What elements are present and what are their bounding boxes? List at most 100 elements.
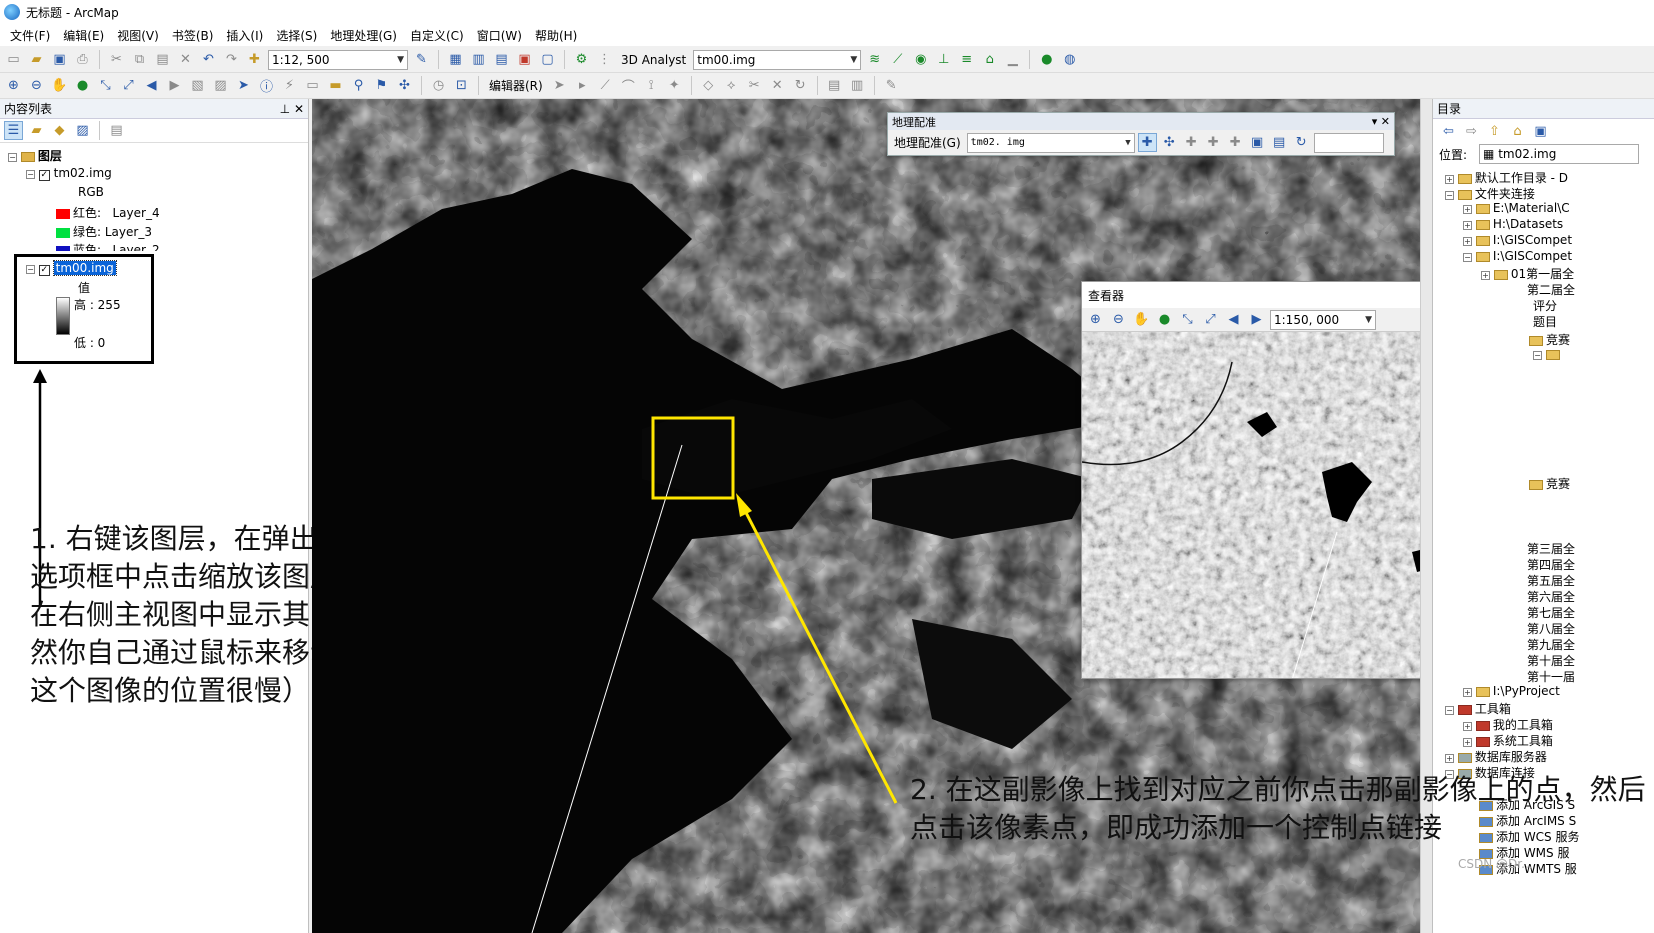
html-popup-icon[interactable]: ▭: [303, 76, 322, 95]
point-icon[interactable]: ✦: [665, 76, 684, 95]
new-document-icon[interactable]: ▭: [4, 50, 23, 69]
catalog-item[interactable]: + 数据库服务器: [1445, 748, 1547, 765]
list-by-source-icon[interactable]: ▰: [27, 121, 46, 140]
dropdown-icon[interactable]: ▾: [1372, 115, 1378, 128]
create-features-icon[interactable]: ✎: [882, 76, 901, 95]
catalog-item[interactable]: 题目: [1533, 313, 1557, 330]
catalog-window-icon[interactable]: ▥: [469, 50, 488, 69]
zoom-to-link-icon[interactable]: ✚: [1204, 133, 1223, 152]
catalog-item[interactable]: + I:\PyProject: [1463, 684, 1560, 698]
catalog-back-icon[interactable]: ⇦: [1439, 122, 1458, 141]
rotation-input[interactable]: [1313, 132, 1384, 153]
catalog-item[interactable]: −: [1533, 347, 1563, 361]
select-elements-icon[interactable]: ➤: [234, 76, 253, 95]
time-slider-icon[interactable]: ◷: [429, 76, 448, 95]
print-icon[interactable]: ⎙: [73, 50, 92, 69]
layer-tm02[interactable]: − ✓ tm02.img: [26, 166, 112, 181]
copy-icon[interactable]: ⧉: [130, 50, 149, 69]
layer-combo[interactable]: tm00.img ▼: [693, 49, 862, 70]
edit-annotation-icon[interactable]: ▸: [573, 76, 592, 95]
list-by-selection-icon[interactable]: ▨: [73, 121, 92, 140]
pan-hand-icon[interactable]: ✋: [50, 76, 69, 95]
add-data-icon[interactable]: ✚: [245, 50, 264, 69]
close-icon[interactable]: ✕: [294, 102, 304, 116]
profile-graph-icon[interactable]: ⊥: [934, 50, 953, 69]
menu-insert[interactable]: 插入(I): [226, 27, 263, 44]
viewer-pan-icon[interactable]: ✋: [1132, 310, 1151, 329]
list-by-drawing-order-icon[interactable]: ☰: [4, 121, 23, 140]
layers-root[interactable]: − 图层: [8, 147, 62, 164]
catalog-item[interactable]: + 系统工具箱: [1463, 732, 1553, 749]
viewer-full-extent-icon[interactable]: ●: [1155, 310, 1174, 329]
menu-windows[interactable]: 窗口(W): [477, 27, 522, 44]
python-window-icon[interactable]: ▢: [538, 50, 557, 69]
catalog-item[interactable]: + 默认工作目录 - D: [1445, 169, 1568, 186]
viewer-fixed-zoom-out-icon[interactable]: ⤢: [1201, 310, 1220, 329]
georef-close-icon[interactable]: ✕: [1381, 115, 1390, 128]
georef-menu[interactable]: 地理配准(G): [891, 134, 964, 151]
catalog-item[interactable]: − 工具箱: [1445, 700, 1511, 717]
zoom-out-icon[interactable]: ⊖: [27, 76, 46, 95]
pin-icon[interactable]: ⊥: [280, 102, 290, 116]
zoom-in-icon[interactable]: ⊕: [4, 76, 23, 95]
end-point-arc-icon[interactable]: ⌒: [619, 76, 638, 95]
menu-geoprocessing[interactable]: 地理处理(G): [330, 27, 397, 44]
menu-file[interactable]: 文件(F): [10, 27, 50, 44]
trace-icon[interactable]: ⟟: [642, 76, 661, 95]
select-link-icon[interactable]: ✚: [1182, 133, 1201, 152]
open-folder-icon[interactable]: ▰: [27, 50, 46, 69]
sketch-properties-icon[interactable]: ▥: [848, 76, 867, 95]
catalog-item[interactable]: 第七届全: [1527, 604, 1575, 621]
catalog-item[interactable]: 第六届全: [1527, 588, 1575, 605]
clear-selection-icon[interactable]: ▨: [211, 76, 230, 95]
catalog-refresh-icon[interactable]: ▣: [1531, 122, 1550, 141]
interpolate-polygon-icon[interactable]: ⌂: [980, 50, 999, 69]
editor-toolbar-icon[interactable]: ✎: [412, 50, 431, 69]
delete-icon[interactable]: ✕: [176, 50, 195, 69]
edit-vertices-icon[interactable]: ◇: [699, 76, 718, 95]
scale-combo[interactable]: 1:12, 500 ▼: [268, 49, 408, 70]
viewer-zoom-out-icon[interactable]: ⊖: [1109, 310, 1128, 329]
fixed-zoom-out-icon[interactable]: ⤢: [119, 76, 138, 95]
previous-extent-icon[interactable]: ◀: [142, 76, 161, 95]
catalog-item[interactable]: 第三届全: [1527, 540, 1575, 557]
attributes-icon[interactable]: ▤: [825, 76, 844, 95]
full-extent-icon[interactable]: ●: [73, 76, 92, 95]
viewer-forward-icon[interactable]: ▶: [1247, 310, 1266, 329]
catalog-item[interactable]: 第十届全: [1527, 652, 1575, 669]
next-extent-icon[interactable]: ▶: [165, 76, 184, 95]
catalog-forward-icon[interactable]: ⇨: [1462, 122, 1481, 141]
viewer-back-icon[interactable]: ◀: [1224, 310, 1243, 329]
location-input[interactable]: ▦ tm02.img: [1479, 144, 1640, 164]
3d-analyst-menu[interactable]: 3D Analyst: [618, 53, 689, 67]
edit-tool-icon[interactable]: ➤: [550, 76, 569, 95]
reshape-icon[interactable]: ⟡: [722, 76, 741, 95]
catalog-item[interactable]: 第二届全: [1527, 281, 1575, 298]
catalog-item[interactable]: 第十一届: [1527, 668, 1575, 685]
magnifier-window-icon[interactable]: ⊡: [452, 76, 471, 95]
find-icon[interactable]: ⚲: [349, 76, 368, 95]
split-icon[interactable]: ✕: [768, 76, 787, 95]
layer-tm02-checkbox[interactable]: ✓: [38, 170, 50, 181]
catalog-item[interactable]: 评分: [1533, 297, 1557, 314]
auto-registration-icon[interactable]: ✣: [1160, 133, 1179, 152]
toc-options-icon[interactable]: ▤: [107, 121, 126, 140]
viewer-scale-combo[interactable]: 1:150, 000 ▼: [1270, 309, 1376, 330]
catalog-item[interactable]: + E:\Material\C: [1463, 201, 1570, 215]
catalog-item[interactable]: + 我的工具箱: [1463, 716, 1553, 733]
editor-menu[interactable]: 编辑器(R): [486, 77, 546, 94]
viewer-zoom-in-icon[interactable]: ⊕: [1086, 310, 1105, 329]
catalog-item[interactable]: − 文件夹连接: [1445, 185, 1535, 202]
cut-polygons-icon[interactable]: ✂: [745, 76, 764, 95]
contour-icon[interactable]: ≋: [865, 50, 884, 69]
hyperlink-icon[interactable]: ⚡: [280, 76, 299, 95]
menu-edit[interactable]: 编辑(E): [63, 27, 104, 44]
menu-help[interactable]: 帮助(H): [535, 27, 577, 44]
model-builder-icon[interactable]: ⚙: [572, 50, 591, 69]
georef-layer-combo[interactable]: tm02. img ▼: [966, 132, 1135, 153]
rotate-dropdown-icon[interactable]: ↻: [1292, 133, 1311, 152]
catalog-item[interactable]: 第八届全: [1527, 620, 1575, 637]
arcglobe-icon[interactable]: ◍: [1060, 50, 1079, 69]
measure-icon[interactable]: ▬: [326, 76, 345, 95]
identify-icon[interactable]: ⓘ: [257, 76, 276, 95]
